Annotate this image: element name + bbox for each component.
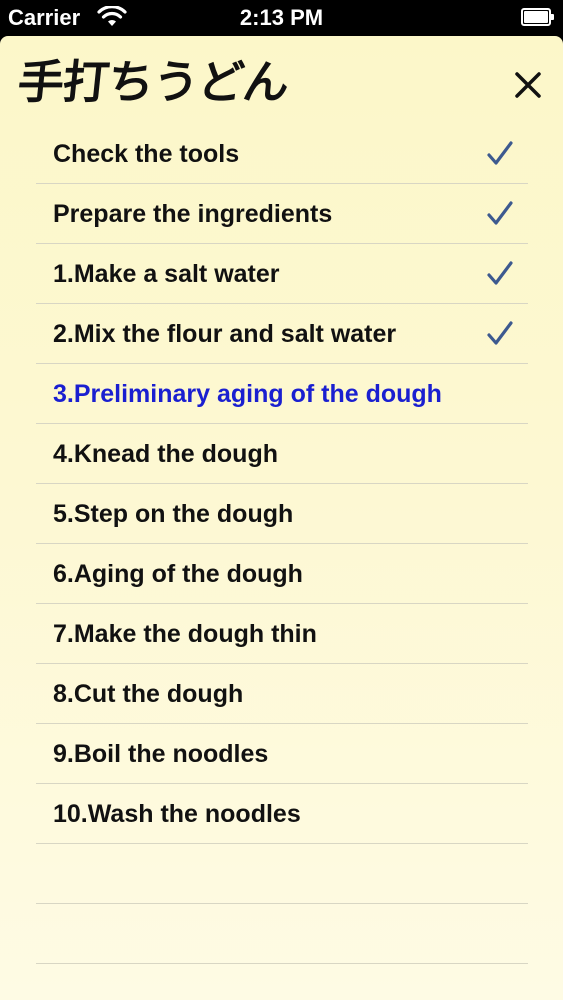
close-button[interactable] [509, 66, 547, 104]
empty-row [36, 844, 528, 904]
step-item[interactable]: 7.Make the dough thin [36, 604, 528, 664]
step-item[interactable]: Prepare the ingredients [36, 184, 528, 244]
checklist-sheet: 手打ちうどん Check the tools Prepare the ingred… [0, 36, 563, 1000]
status-bar: Carrier 2:13 PM [0, 0, 563, 36]
step-label: 2.Mix the flour and salt water [53, 320, 397, 348]
step-label: 1.Make a salt water [53, 260, 280, 288]
checkmark-icon [486, 200, 514, 228]
close-icon [515, 72, 541, 98]
step-label: 5.Step on the dough [53, 500, 294, 528]
step-item[interactable]: 9.Boil the noodles [36, 724, 528, 784]
step-item[interactable]: 2.Mix the flour and salt water [36, 304, 528, 364]
clock: 2:13 PM [239, 5, 324, 30]
step-label: 4.Knead the dough [53, 440, 278, 468]
step-item[interactable]: 8.Cut the dough [36, 664, 528, 724]
battery-icon [521, 8, 555, 26]
checkmark-icon [486, 140, 514, 168]
step-item[interactable]: 6.Aging of the dough [36, 544, 528, 604]
checkmark-icon [486, 320, 514, 348]
step-label: Check the tools [53, 140, 240, 168]
step-item[interactable]: 10.Wash the noodles [36, 784, 528, 844]
step-label: 8.Cut the dough [53, 680, 244, 708]
app-title: 手打ちうどん [15, 55, 291, 109]
checkmark-icon [486, 260, 514, 288]
step-label: 6.Aging of the dough [53, 560, 303, 588]
step-item[interactable]: Check the tools [36, 124, 528, 184]
step-item[interactable]: 1.Make a salt water [36, 244, 528, 304]
step-label: 7.Make the dough thin [53, 620, 317, 648]
step-label: Prepare the ingredients [53, 200, 333, 228]
step-item[interactable]: 4.Knead the dough [36, 424, 528, 484]
steps-list: Check the tools Prepare the ingredients 1.… [36, 124, 528, 964]
step-label: 10.Wash the noodles [53, 800, 301, 828]
empty-row [36, 904, 528, 964]
step-item[interactable]: 3.Preliminary aging of the dough [36, 364, 528, 424]
step-label: 9.Boil the noodles [53, 740, 269, 768]
step-item[interactable]: 5.Step on the dough [36, 484, 528, 544]
step-label: 3.Preliminary aging of the dough [53, 380, 442, 408]
